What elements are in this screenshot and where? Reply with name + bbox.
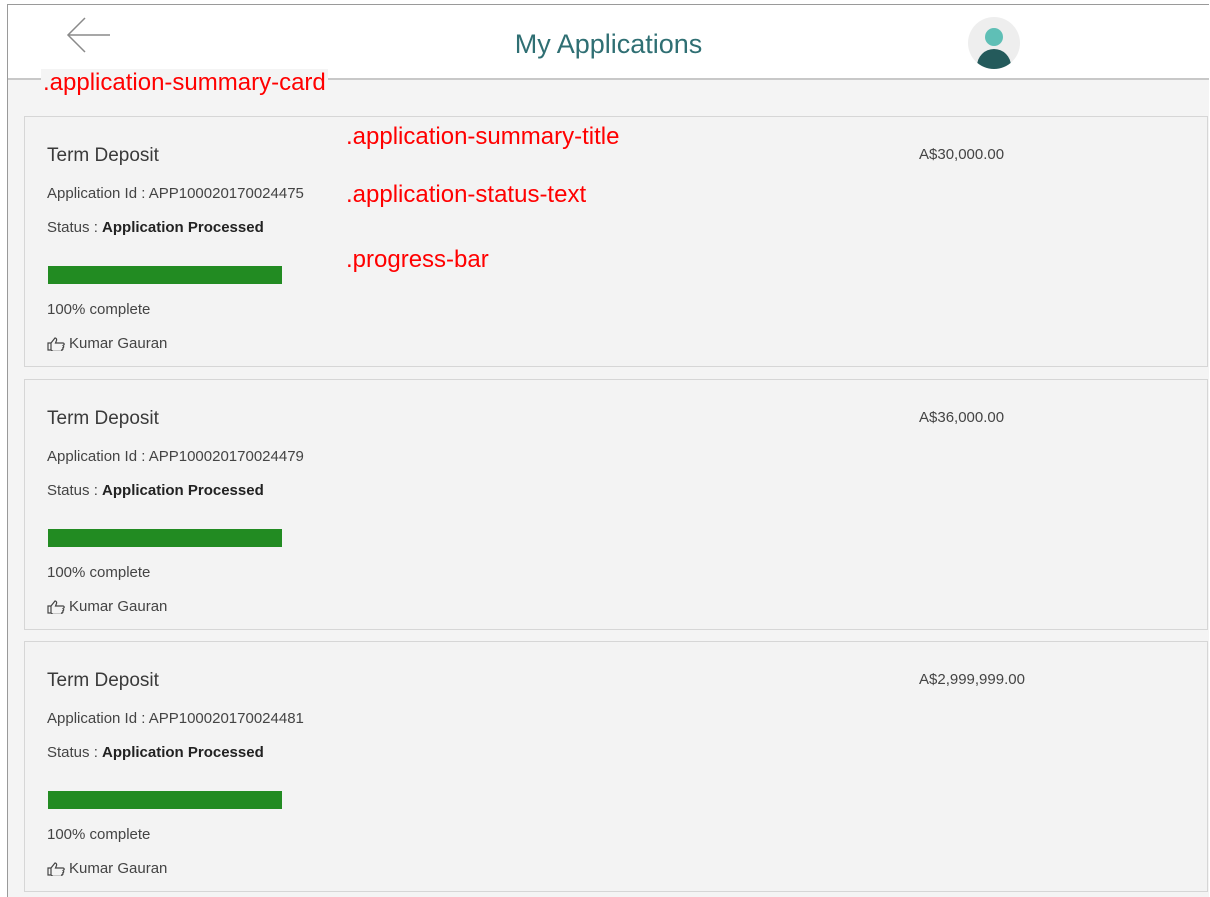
- application-summary-card[interactable]: Term Deposit A$2,999,999.00 Application …: [24, 641, 1208, 892]
- status-value: Application Processed: [102, 219, 264, 236]
- application-id-value: APP100020170024481: [148, 710, 304, 727]
- progress-fill: [48, 266, 282, 284]
- assignee-name: Kumar Gauran: [69, 860, 168, 877]
- annotation-status-label: .application-status-text: [346, 181, 587, 208]
- assignee: Kumar Gauran: [47, 335, 167, 352]
- page-title: My Applications: [514, 29, 703, 59]
- user-avatar-icon[interactable]: [968, 17, 1020, 69]
- application-id-value: APP100020170024479: [148, 448, 304, 465]
- application-status-text: Status : Application Processed: [47, 744, 264, 761]
- status-value: Application Processed: [102, 482, 264, 499]
- annotation-card-label: .application-summary-card: [41, 69, 328, 97]
- application-summary-card[interactable]: Term Deposit A$36,000.00 Application Id …: [24, 379, 1208, 630]
- application-id: Application Id : APP100020170024481: [47, 710, 304, 727]
- progress-bar: [48, 529, 282, 547]
- progress-fill: [48, 791, 282, 809]
- assignee: Kumar Gauran: [47, 598, 167, 615]
- application-summary-title: Term Deposit: [47, 145, 159, 166]
- application-id: Application Id : APP100020170024475: [47, 185, 304, 202]
- status-label: Status :: [47, 482, 103, 499]
- status-label: Status :: [47, 219, 103, 236]
- application-amount: A$36,000.00: [919, 409, 1005, 426]
- progress-text: 100% complete: [47, 826, 151, 843]
- progress-bar: [48, 791, 282, 809]
- progress-bar: [48, 266, 282, 284]
- application-id-value: APP100020170024475: [148, 185, 304, 202]
- application-id-label: Application Id :: [47, 710, 149, 727]
- assignee: Kumar Gauran: [47, 860, 167, 877]
- application-summary-title: Term Deposit: [47, 670, 159, 691]
- hand-pointer-icon: [47, 599, 65, 614]
- application-amount: A$30,000.00: [919, 146, 1005, 163]
- application-status-text: Status : Application Processed: [47, 482, 264, 499]
- application-summary-card[interactable]: Term Deposit A$30,000.00 Application Id …: [24, 116, 1208, 367]
- application-amount: A$2,999,999.00: [919, 671, 1025, 688]
- hand-pointer-icon: [47, 336, 65, 351]
- application-status-text: Status : Application Processed: [47, 219, 264, 236]
- assignee-name: Kumar Gauran: [69, 335, 168, 352]
- application-id-label: Application Id :: [47, 185, 149, 202]
- application-id: Application Id : APP100020170024479: [47, 448, 304, 465]
- annotation-title-label: .application-summary-title: [346, 123, 620, 150]
- application-id-label: Application Id :: [47, 448, 149, 465]
- assignee-name: Kumar Gauran: [69, 598, 168, 615]
- progress-text: 100% complete: [47, 564, 151, 581]
- app-frame: My Applications Term Deposit A$30,000.00…: [7, 4, 1209, 897]
- annotation-progress-label: .progress-bar: [346, 246, 489, 273]
- application-summary-title: Term Deposit: [47, 408, 159, 429]
- progress-text: 100% complete: [47, 301, 151, 318]
- progress-fill: [48, 529, 282, 547]
- status-label: Status :: [47, 744, 103, 761]
- hand-pointer-icon: [47, 861, 65, 876]
- status-value: Application Processed: [102, 744, 264, 761]
